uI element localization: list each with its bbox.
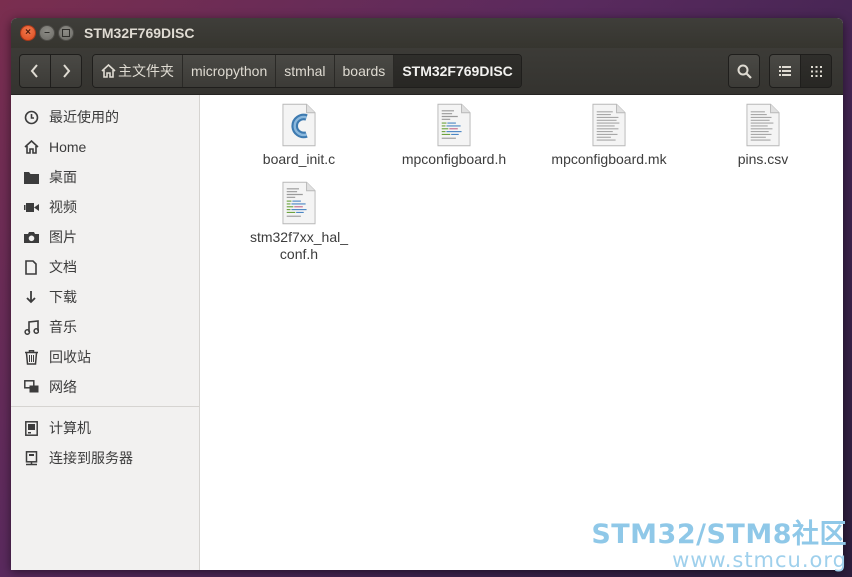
breadcrumb-micropython[interactable]: micropython [183, 55, 277, 87]
breadcrumb: 主文件夹 micropython stmhal boards STM32F769… [92, 54, 522, 88]
chevron-left-icon [30, 64, 38, 78]
network-icon [23, 379, 39, 395]
document-icon [23, 259, 39, 275]
header-file-icon [282, 181, 316, 225]
trash-icon [23, 349, 39, 365]
search-icon [737, 64, 752, 79]
text-file-icon [746, 103, 780, 147]
breadcrumb-label: micropython [191, 63, 268, 79]
breadcrumb-label: STM32F769DISC [402, 63, 513, 79]
file-view[interactable]: board_init.c mpconfigboard.h mpconfigboa… [200, 95, 843, 570]
sidebar-item-label: 视频 [49, 199, 77, 215]
close-window-button[interactable]: × [20, 25, 36, 41]
grid-view-button[interactable] [800, 54, 832, 88]
sidebar-item-label: 音乐 [49, 319, 77, 335]
c-source-file-icon [282, 103, 316, 147]
sidebar-item-label: 图片 [49, 229, 77, 245]
video-icon [23, 199, 39, 215]
sidebar-item-computer[interactable]: 计算机 [11, 413, 199, 443]
camera-icon [23, 229, 39, 245]
sidebar-separator [11, 406, 199, 407]
sidebar: 最近使用的 Home 桌面 视频 图片 文档 下载 音乐 回收站 网络 计算机 … [11, 95, 200, 570]
file-name-line: stm32f7xx_hal_ [249, 229, 349, 245]
file-item[interactable]: pins.csv [693, 103, 833, 168]
clock-icon [23, 109, 39, 125]
home-icon [23, 139, 39, 155]
file-name: mpconfigboard.mk [551, 151, 667, 167]
file-name: mpconfigboard.h [401, 151, 507, 167]
sidebar-item-label: 文档 [49, 259, 77, 275]
text-file-icon [592, 103, 626, 147]
sidebar-item-home[interactable]: Home [11, 132, 199, 162]
sidebar-item-label: 回收站 [49, 349, 91, 365]
sidebar-item-documents[interactable]: 文档 [11, 252, 199, 282]
sidebar-item-label: 连接到服务器 [49, 450, 133, 466]
sidebar-item-videos[interactable]: 视频 [11, 192, 199, 222]
toolbar: 主文件夹 micropython stmhal boards STM32F769… [11, 48, 843, 95]
title-bar[interactable]: × – STM32F769DISC [11, 18, 843, 48]
download-icon [23, 289, 39, 305]
header-file-icon [437, 103, 471, 147]
maximize-window-button[interactable] [58, 25, 74, 41]
computer-icon [23, 420, 39, 436]
sidebar-item-trash[interactable]: 回收站 [11, 342, 199, 372]
breadcrumb-boards[interactable]: boards [334, 55, 395, 87]
breadcrumb-label: boards [342, 63, 386, 79]
sidebar-item-label: 计算机 [49, 420, 91, 436]
sidebar-item-pictures[interactable]: 图片 [11, 222, 199, 252]
sidebar-item-music[interactable]: 音乐 [11, 312, 199, 342]
folder-icon [23, 169, 39, 185]
sidebar-item-label: Home [49, 139, 87, 155]
watermark-url: www.stmcu.org [672, 548, 847, 572]
minimize-icon: – [44, 27, 50, 38]
close-icon: × [25, 27, 31, 38]
breadcrumb-stmhal[interactable]: stmhal [276, 55, 335, 87]
list-view-icon [779, 66, 791, 76]
list-view-button[interactable] [769, 54, 801, 88]
music-icon [23, 319, 39, 335]
file-manager-window: × – STM32F769DISC 主文件夹 micropython stmha… [11, 18, 843, 570]
breadcrumb-home[interactable]: 主文件夹 [93, 55, 183, 87]
file-item[interactable]: board_init.c [229, 103, 369, 168]
file-item[interactable]: mpconfigboard.h [384, 103, 524, 168]
sidebar-item-connect-server[interactable]: 连接到服务器 [11, 443, 199, 473]
watermark: STM32/STM8社区 www.stmcu.org [591, 519, 847, 572]
window-title: STM32F769DISC [84, 25, 195, 41]
file-name: stm32f7xx_hal_ conf.h [250, 229, 348, 263]
sidebar-item-label: 下载 [49, 289, 77, 305]
watermark-title: STM32/STM8社区 [591, 519, 847, 550]
minimize-window-button[interactable]: – [39, 25, 55, 41]
sidebar-item-label: 网络 [49, 379, 77, 395]
file-item[interactable]: mpconfigboard.mk [539, 103, 679, 168]
maximize-icon [62, 29, 70, 37]
sidebar-item-desktop[interactable]: 桌面 [11, 162, 199, 192]
sidebar-item-label: 桌面 [49, 169, 77, 185]
server-icon [23, 450, 39, 466]
sidebar-item-downloads[interactable]: 下载 [11, 282, 199, 312]
sidebar-item-network[interactable]: 网络 [11, 372, 199, 402]
breadcrumb-label: 主文件夹 [118, 63, 174, 79]
forward-button[interactable] [50, 54, 82, 88]
breadcrumb-current[interactable]: STM32F769DISC [394, 55, 521, 87]
grid-view-icon [810, 65, 822, 77]
file-name: board_init.c [262, 151, 336, 167]
chevron-right-icon [63, 64, 71, 78]
file-name: pins.csv [737, 151, 789, 167]
sidebar-item-recent[interactable]: 最近使用的 [11, 102, 199, 132]
file-item[interactable]: stm32f7xx_hal_ conf.h [229, 181, 369, 263]
file-name-line: conf.h [279, 246, 319, 262]
search-button[interactable] [728, 54, 760, 88]
back-button[interactable] [19, 54, 51, 88]
sidebar-item-label: 最近使用的 [49, 109, 119, 125]
breadcrumb-label: stmhal [284, 63, 326, 79]
home-icon [101, 64, 116, 78]
